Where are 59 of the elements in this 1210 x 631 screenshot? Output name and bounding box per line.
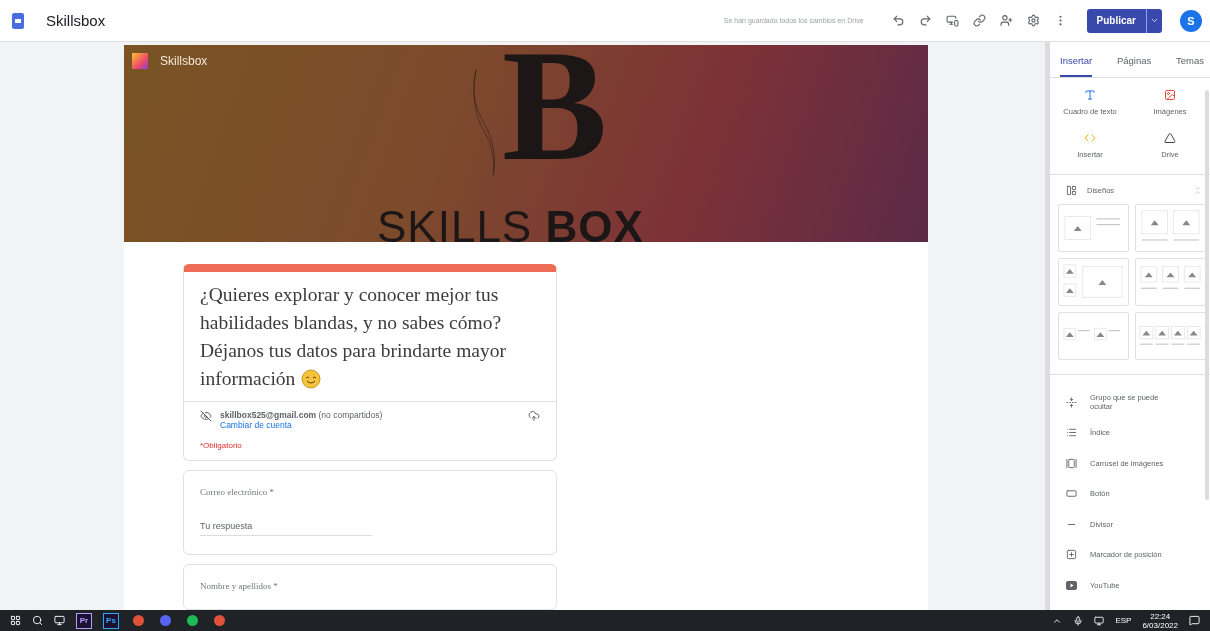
search-icon[interactable] xyxy=(32,615,43,626)
cloud-icon xyxy=(528,410,540,422)
windows-start-icon[interactable] xyxy=(10,615,21,626)
app-title: Skillsbox xyxy=(46,12,106,29)
add-person-icon[interactable] xyxy=(999,14,1013,27)
microphone-icon[interactable] xyxy=(1073,615,1084,626)
site-logo xyxy=(132,53,148,69)
doc-icon xyxy=(12,12,24,29)
brand-name: SKILLS BOX xyxy=(377,203,644,242)
question-label: Correo electrónico * xyxy=(200,487,275,497)
language-indicator[interactable]: ESP xyxy=(1115,616,1132,625)
site-name: Skillsbox xyxy=(160,54,208,68)
undo-icon[interactable] xyxy=(891,14,905,27)
clock-time[interactable]: 22:24 xyxy=(1150,611,1171,621)
play-icon xyxy=(1066,580,1078,590)
layout-icon xyxy=(1066,185,1077,196)
logo-monogram: B xyxy=(502,45,608,185)
plus-square-icon xyxy=(1066,549,1078,561)
app-icon[interactable] xyxy=(213,615,225,626)
scrollbar[interactable] xyxy=(1205,90,1209,500)
account-email: skillbox525@gmail.com (no compartidos) xyxy=(220,410,384,420)
network-icon[interactable] xyxy=(1094,615,1105,626)
list-icon xyxy=(1066,427,1078,439)
app-icon[interactable] xyxy=(132,615,144,626)
preview-icon[interactable] xyxy=(945,14,959,27)
carousel-icon xyxy=(1066,457,1078,469)
switch-account-link[interactable]: Cambiar de cuenta xyxy=(220,420,520,430)
sidebar-tab[interactable]: Temas xyxy=(1176,42,1204,77)
question-label: Nombre y apellidos * xyxy=(200,581,279,591)
rectangle-icon xyxy=(1066,488,1078,500)
avatar[interactable]: S xyxy=(1180,9,1202,32)
smiley-icon xyxy=(301,369,322,389)
redo-icon[interactable] xyxy=(918,14,932,27)
sidebar-tab[interactable]: Páginas xyxy=(1116,42,1152,77)
settings-icon[interactable] xyxy=(1026,14,1040,27)
form-title: ¿Quieres explorar y conocer mejor tus habilidades blandas, y no sabes cómo? Déjanos tus datos para brindarte mayor información xyxy=(199,283,507,391)
sidebar-tab[interactable]: Insertar xyxy=(1060,42,1093,77)
layout-thumbnail[interactable] xyxy=(1058,204,1129,252)
layout-thumbnail[interactable] xyxy=(1135,204,1206,252)
layout-thumbnail[interactable] xyxy=(1058,312,1129,360)
caret-icon xyxy=(1150,16,1159,25)
triangle-icon xyxy=(1164,132,1176,144)
layout-thumbnail[interactable] xyxy=(1135,258,1206,306)
collapse-icon xyxy=(1066,396,1078,408)
layout-thumbnail[interactable] xyxy=(1135,312,1206,360)
code-icon xyxy=(1084,132,1096,144)
notifications-icon[interactable] xyxy=(1189,615,1200,626)
photoshop-app-icon[interactable]: Ps xyxy=(103,612,119,629)
eye-off-icon xyxy=(200,410,212,422)
required-note: *Obligatorio xyxy=(200,441,243,450)
link-icon[interactable] xyxy=(972,14,986,27)
layout-thumbnail[interactable] xyxy=(1058,258,1129,306)
text-icon xyxy=(1084,89,1096,101)
app-icon[interactable] xyxy=(186,615,198,626)
task-view-icon[interactable] xyxy=(54,615,65,626)
image-icon xyxy=(1164,89,1176,101)
clock-date[interactable]: 6/03/2022 xyxy=(1142,620,1178,630)
app-icon[interactable] xyxy=(159,615,171,626)
premiere-app-icon[interactable]: Pr xyxy=(76,612,92,629)
